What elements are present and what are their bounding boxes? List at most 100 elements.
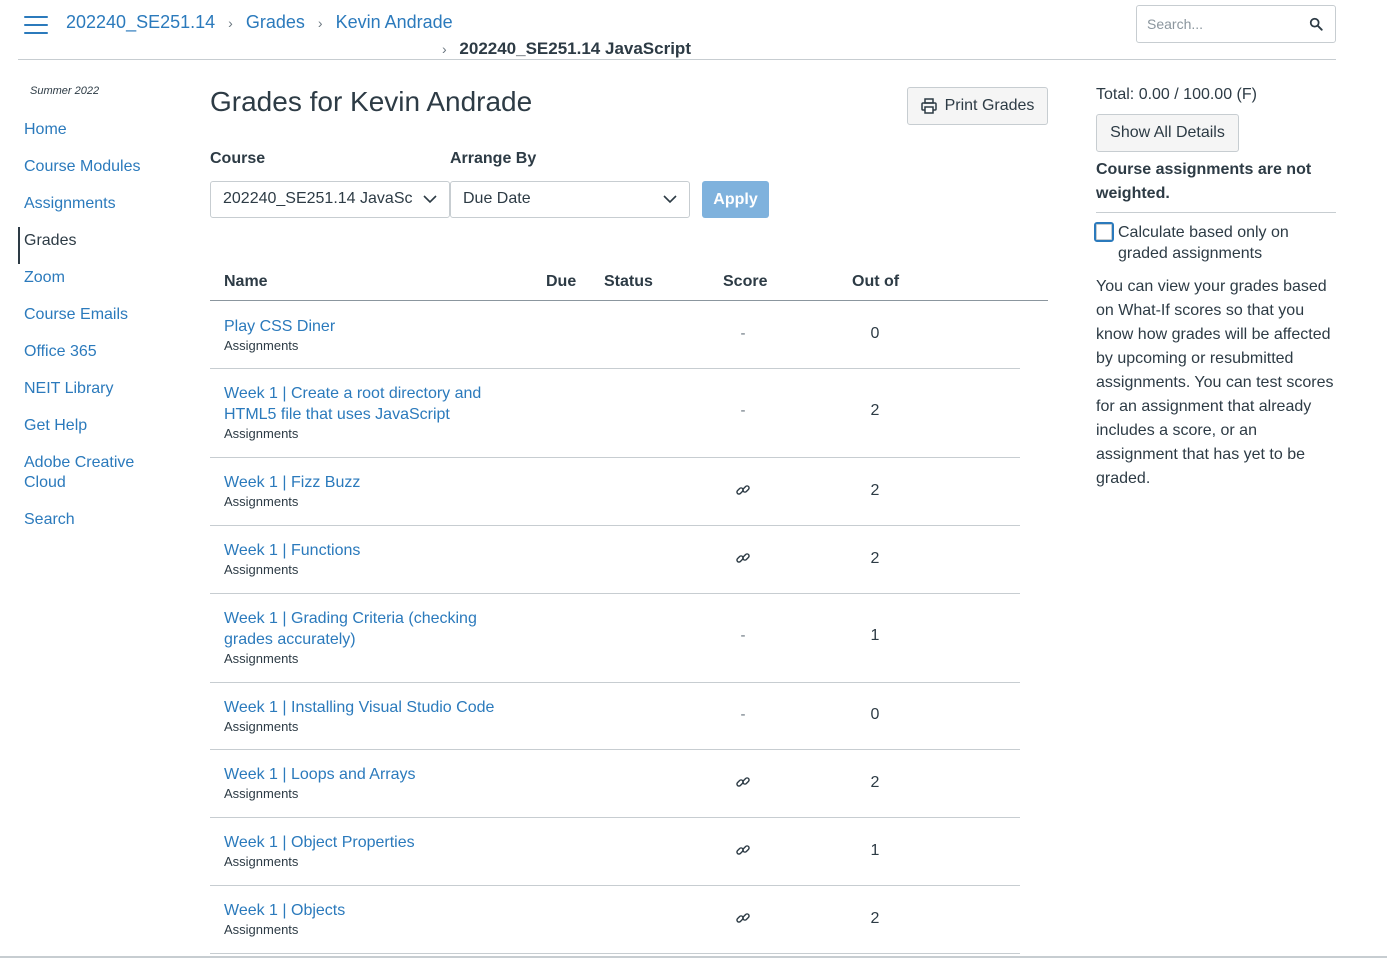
print-grades-button[interactable]: Print Grades [907, 87, 1048, 125]
nav-link-course-emails[interactable]: Course Emails [24, 305, 178, 325]
table-row: Week 1 | Fizz Buzz Assignments 2 [210, 458, 1020, 526]
nav-item-grades[interactable]: Grades [18, 227, 178, 264]
score-link-icon-cell[interactable] [723, 842, 763, 862]
show-all-details-button[interactable]: Show All Details [1096, 114, 1239, 152]
printer-icon [920, 98, 937, 114]
graded-only-checkbox-label[interactable]: Calculate based only on graded assignmen… [1118, 222, 1318, 264]
nav-item-neit-library[interactable]: NEIT Library [18, 375, 178, 412]
breadcrumb-student-link[interactable]: Kevin Andrade [336, 12, 453, 32]
table-row: Week 1 | Objects Assignments 2 [210, 886, 1020, 954]
link-icon[interactable] [735, 550, 751, 566]
breadcrumb-grades-link[interactable]: Grades [246, 12, 305, 32]
score-value: - [740, 402, 746, 419]
print-grades-label: Print Grades [944, 97, 1035, 114]
course-select-value: 202240_SE251.14 JavaScript [223, 190, 413, 207]
nav-item-zoom[interactable]: Zoom [18, 264, 178, 301]
hamburger-bar [24, 16, 48, 18]
bottom-divider [0, 956, 1387, 958]
what-if-description: You can view your grades based on What-I… [1096, 278, 1334, 487]
assignment-group: Assignments [224, 719, 299, 734]
column-header-status[interactable]: Status [604, 273, 653, 291]
nav-link-search[interactable]: Search [24, 510, 178, 530]
link-icon[interactable] [735, 842, 751, 858]
graded-only-checkbox[interactable] [1094, 222, 1114, 242]
table-row: Play CSS Diner Assignments - 0 [210, 301, 1020, 369]
assignment-link[interactable]: Week 1 | Create a root directory and HTM… [224, 383, 504, 425]
assignment-link[interactable]: Week 1 | Functions [224, 540, 504, 561]
assignment-group: Assignments [224, 562, 299, 577]
nav-item-course-modules[interactable]: Course Modules [18, 153, 178, 190]
assignment-link[interactable]: Week 1 | Loops and Arrays [224, 764, 504, 785]
nav-item-assignments[interactable]: Assignments [18, 190, 178, 227]
breadcrumb-course-link[interactable]: 202240_SE251.14 [66, 12, 215, 32]
nav-link-neit-library[interactable]: NEIT Library [24, 379, 178, 399]
nav-item-home[interactable]: Home [18, 116, 178, 153]
course-nav: Home Course Modules Assignments Grades Z… [18, 116, 178, 543]
assignment-link[interactable]: Week 1 | Object Properties [224, 832, 504, 853]
assignment-group: Assignments [224, 854, 299, 869]
column-header-out-of[interactable]: Out of [852, 273, 899, 291]
out-of-value: 0 [870, 706, 880, 723]
assignment-group: Assignments [224, 338, 299, 353]
nav-link-home[interactable]: Home [24, 120, 178, 140]
out-of-value: 1 [870, 627, 880, 644]
out-of-value: 2 [870, 482, 880, 499]
chevron-right-icon: › [442, 41, 447, 57]
link-icon[interactable] [735, 910, 751, 926]
course-select[interactable]: 202240_SE251.14 JavaScript [210, 181, 450, 218]
apply-button[interactable]: Apply [702, 181, 769, 218]
nav-item-adobe-creative-cloud[interactable]: Adobe Creative Cloud [18, 449, 178, 506]
weighting-note: Course assignments are not weighted. [1096, 161, 1312, 202]
column-header-due[interactable]: Due [546, 273, 576, 291]
arrange-by-select[interactable]: Due Date [450, 181, 690, 218]
nav-link-zoom[interactable]: Zoom [24, 268, 178, 288]
column-header-name[interactable]: Name [224, 273, 268, 291]
nav-link-get-help[interactable]: Get Help [24, 416, 178, 436]
score-link-icon-cell[interactable] [723, 550, 763, 570]
nav-link-office-365[interactable]: Office 365 [24, 342, 178, 362]
nav-item-office-365[interactable]: Office 365 [18, 338, 178, 375]
assignment-link[interactable]: Week 1 | Objects [224, 900, 504, 921]
assignment-group: Assignments [224, 786, 299, 801]
term-label: Summer 2022 [30, 85, 100, 97]
chevron-down-icon [423, 195, 437, 204]
nav-link-adobe-creative-cloud[interactable]: Adobe Creative Cloud [24, 453, 144, 493]
assignment-link[interactable]: Week 1 | Fizz Buzz [224, 472, 504, 493]
chevron-right-icon: › [228, 15, 233, 31]
link-icon[interactable] [735, 482, 751, 498]
table-row: Week 1 | Create a root directory and HTM… [210, 369, 1020, 458]
nav-link-assignments[interactable]: Assignments [24, 194, 178, 214]
link-icon[interactable] [735, 774, 751, 790]
assignment-link[interactable]: Play CSS Diner [224, 316, 504, 337]
hamburger-menu-icon[interactable] [24, 16, 48, 34]
table-row: Week 1 | Functions Assignments 2 [210, 526, 1020, 594]
arrange-by-select-value: Due Date [463, 190, 531, 207]
total-grade: Total: 0.00 / 100.00 (F) [1096, 86, 1257, 103]
course-label: Course [210, 150, 266, 167]
page-title: Grades for Kevin Andrade [210, 86, 533, 117]
search-icon[interactable] [1309, 16, 1323, 32]
out-of-value: 1 [870, 842, 880, 859]
nav-item-search[interactable]: Search [18, 506, 178, 543]
table-row: Week 1 | Grading Criteria (checking grad… [210, 594, 1020, 683]
score-value: - [740, 706, 746, 723]
nav-item-get-help[interactable]: Get Help [18, 412, 178, 449]
nav-link-grades[interactable]: Grades [24, 231, 178, 251]
arrange-by-label: Arrange By [450, 150, 537, 167]
score-link-icon-cell[interactable] [723, 482, 763, 502]
score-link-icon-cell[interactable] [723, 774, 763, 794]
column-header-score[interactable]: Score [723, 273, 767, 291]
nav-item-course-emails[interactable]: Course Emails [18, 301, 178, 338]
score-link-icon-cell[interactable] [723, 910, 763, 930]
breadcrumb: 202240_SE251.14 › Grades › Kevin Andrade… [66, 11, 726, 58]
out-of-value: 2 [870, 910, 880, 927]
out-of-value: 2 [870, 550, 880, 567]
sidebar-divider [1096, 212, 1336, 213]
nav-link-course-modules[interactable]: Course Modules [24, 157, 178, 177]
table-header: Name Due Status Score Out of [210, 265, 1048, 301]
hamburger-bar [24, 24, 48, 26]
search-input[interactable] [1137, 6, 1297, 42]
assignment-link[interactable]: Week 1 | Grading Criteria (checking grad… [224, 608, 504, 650]
assignment-link[interactable]: Week 1 | Installing Visual Studio Code [224, 697, 524, 718]
out-of-value: 2 [870, 402, 880, 419]
